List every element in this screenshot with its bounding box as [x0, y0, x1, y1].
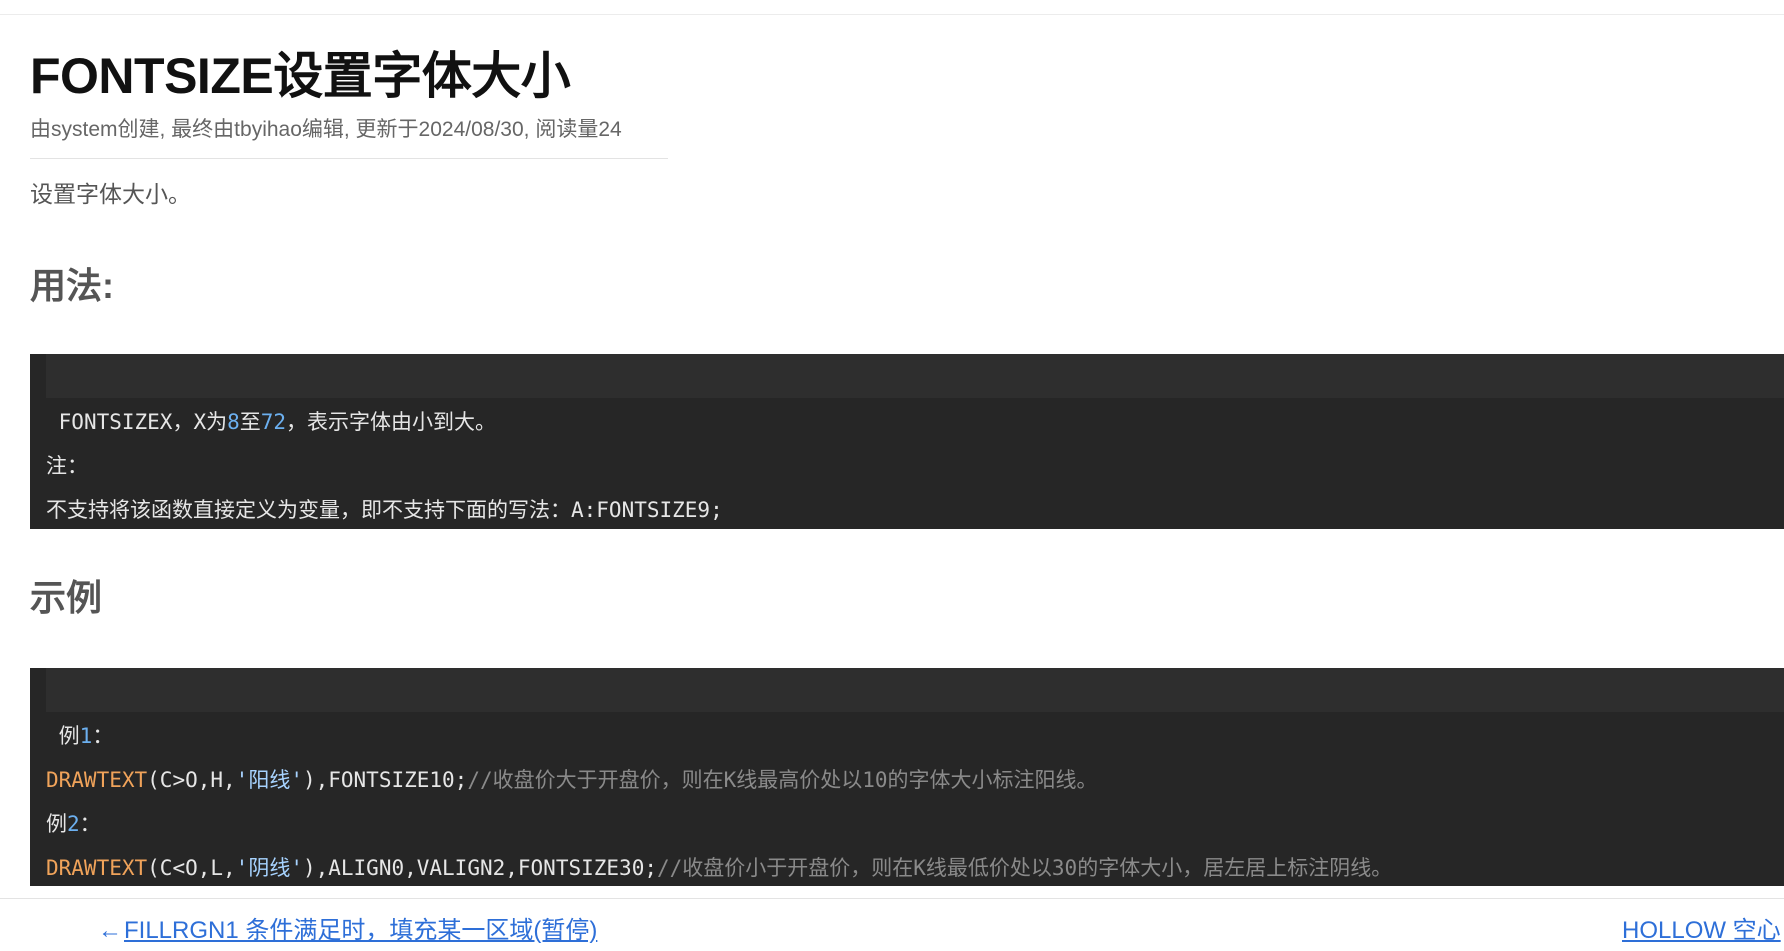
code-toolbar — [46, 354, 1784, 398]
arrow-left-icon: ← — [98, 917, 122, 944]
prev-page-link[interactable]: ←FILLRGN1 条件满足时，填充某一区域(暂停) — [98, 911, 597, 951]
code-line: 例1： — [58, 724, 114, 748]
usage-code-block: FONTSIZEX，X为8至72，表示字体由小到大。 注： 不支持将该函数直接定… — [30, 354, 1784, 529]
code-line: 不支持将该函数直接定义为变量，即不支持下面的写法：A:FONTSIZE9; — [46, 498, 723, 522]
code-line: 注： — [46, 454, 88, 478]
code-line: FONTSIZEX，X为8至72，表示字体由小到大。 — [58, 410, 497, 434]
footer-divider — [0, 898, 1784, 899]
page-title: FONTSIZE设置字体大小 — [30, 48, 571, 104]
usage-heading: 用法: — [30, 265, 114, 306]
code-toolbar — [46, 668, 1784, 712]
example-heading: 示例 — [30, 577, 103, 618]
code-line: 例2： — [46, 812, 101, 836]
top-divider — [0, 14, 1784, 15]
article-meta: 由system创建, 最终由tbyihao编辑, 更新于2024/08/30, … — [30, 114, 668, 159]
prev-page-label: FILLRGN1 条件满足时，填充某一区域(暂停) — [124, 917, 598, 944]
code-line: DRAWTEXT(C<O,L,'阴线'),ALIGN0,VALIGN2,FONT… — [46, 856, 1393, 880]
example-code-block: 例1： DRAWTEXT(C>O,H,'阳线'),FONTSIZE10;//收盘… — [30, 668, 1784, 886]
next-page-link[interactable]: HOLLOW 空心 — [1622, 911, 1781, 951]
code-line: DRAWTEXT(C>O,H,'阳线'),FONTSIZE10;//收盘价大于开… — [46, 768, 1098, 792]
intro-text: 设置字体大小。 — [30, 181, 191, 207]
